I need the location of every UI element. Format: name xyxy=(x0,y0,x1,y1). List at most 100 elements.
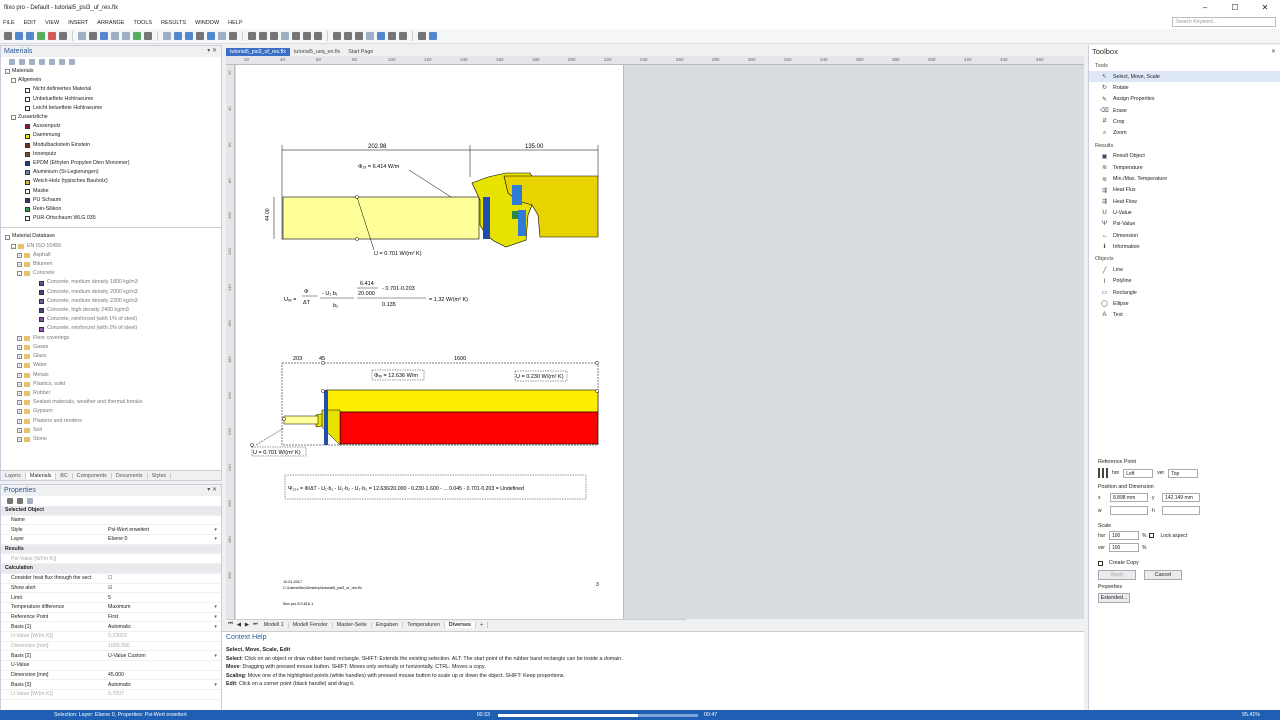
material-item[interactable]: Unbelueftete Hohlraeume xyxy=(5,95,221,104)
u-value-label-1[interactable]: U = 0.701 W/(m² K) xyxy=(374,251,422,257)
zoom-level[interactable]: 95.41% xyxy=(1242,712,1260,718)
database-material[interactable]: Concrete, medium density 1800 kg/m3 xyxy=(5,278,221,287)
u-value-label-2[interactable]: U = 0.230 W/(m² K) xyxy=(516,374,564,380)
database-folder[interactable]: + Metals xyxy=(5,371,221,380)
create-copy-checkbox[interactable] xyxy=(1098,560,1103,566)
close-icon[interactable]: ▾ ✕ xyxy=(207,485,217,496)
menu-view[interactable]: VIEW xyxy=(45,20,59,26)
expand-icon[interactable]: + xyxy=(17,363,22,369)
scale-hor-field[interactable]: 100 xyxy=(1109,531,1139,540)
tab-bc[interactable]: BC xyxy=(56,472,73,479)
toolbox-rectangle[interactable]: ▭ Rectangle xyxy=(1089,287,1280,298)
toolbox-crop[interactable]: ⧄ Crop xyxy=(1089,116,1280,127)
menu-help[interactable]: HELP xyxy=(228,20,242,26)
database-folder[interactable]: - Concrete xyxy=(5,269,221,278)
close-button[interactable]: ✕ xyxy=(1250,0,1280,16)
toolbox-psi-value[interactable]: Ψ Psi-Value xyxy=(1089,219,1280,230)
toolbar-button-icon[interactable] xyxy=(333,32,341,40)
toolbar-button-icon[interactable] xyxy=(4,32,12,40)
material-item[interactable]: Weich-Holz (typisches Bauholz) xyxy=(5,177,221,186)
toolbox-dimension[interactable]: ↔ Dimension xyxy=(1089,230,1280,241)
collapse-icon[interactable]: - xyxy=(5,234,10,240)
menu-file[interactable]: FILE xyxy=(3,20,15,26)
database-material[interactable]: Concrete, high density 2400 kg/m3 xyxy=(5,306,221,315)
toolbar-button-icon[interactable] xyxy=(111,32,119,40)
property-value[interactable]: U-Value Custom ▾ xyxy=(104,653,221,659)
database-node[interactable]: - EN ISO 10456 xyxy=(5,242,221,251)
material-item[interactable]: Modulbackstein Einstein xyxy=(5,141,221,150)
toolbox-temperature[interactable]: ≋ Temperature xyxy=(1089,162,1280,173)
toolbar-button-icon[interactable] xyxy=(196,32,204,40)
drawing-svg[interactable]: 202.98 135.00 44.00 Φ₂ₓ = 6.414 W/m U = … xyxy=(236,65,624,619)
material-group[interactable]: - Zusaetzliche xyxy=(5,113,221,122)
toolbar-button-icon[interactable] xyxy=(59,32,67,40)
toolbar-button-icon[interactable] xyxy=(144,32,152,40)
sheet-tab[interactable]: Temperaturen xyxy=(403,621,445,628)
document-tab[interactable]: Start Page xyxy=(344,48,377,56)
lock-aspect-checkbox[interactable] xyxy=(1149,533,1155,538)
toolbar-button-icon[interactable] xyxy=(303,32,311,40)
collapse-icon[interactable]: - xyxy=(11,243,16,249)
heat-flow-label-2[interactable]: Φₓₓ = 12.636 W/m xyxy=(374,373,418,379)
toolbar-button-icon[interactable] xyxy=(207,32,215,40)
toolbar-button-icon[interactable] xyxy=(344,32,352,40)
tab-materials[interactable]: Materials xyxy=(25,472,57,479)
menu-window[interactable]: WINDOW xyxy=(195,20,219,26)
database-material[interactable]: Concrete, medium density 2000 kg/m3 xyxy=(5,288,221,297)
toolbox-heat-flux[interactable]: ⇶ Heat Flux xyxy=(1089,185,1280,196)
material-item[interactable]: Aluminium (Si-Legierungen) xyxy=(5,168,221,177)
chevron-down-icon[interactable]: ▾ xyxy=(214,604,217,610)
material-item[interactable]: Leicht belueftete Hohlraeume xyxy=(5,104,221,113)
chevron-down-icon[interactable]: ▾ xyxy=(214,653,217,659)
drawing-canvas[interactable]: 202.98 135.00 44.00 Φ₂ₓ = 6.414 W/m U = … xyxy=(235,65,1084,619)
database-folder[interactable]: + Asphalt xyxy=(5,251,221,260)
toolbox-erase[interactable]: ⌫ Erase xyxy=(1089,105,1280,116)
toolbar-button-icon[interactable] xyxy=(355,32,363,40)
h-field[interactable] xyxy=(1162,506,1200,515)
material-item[interactable]: Daemmung xyxy=(5,131,221,140)
property-section[interactable]: Results xyxy=(1,544,221,555)
sheet-tab[interactable]: Eingaben xyxy=(372,621,404,628)
property-value[interactable]: 0.7007 xyxy=(104,691,221,697)
tab-components[interactable]: Components xyxy=(73,472,112,479)
expand-icon[interactable]: + xyxy=(17,372,22,378)
chevron-down-icon[interactable]: ▾ xyxy=(214,614,217,620)
ver-select[interactable]: Top xyxy=(1168,468,1199,478)
material-item[interactable]: Innenputz xyxy=(5,150,221,159)
tab-styles[interactable]: Styles xyxy=(148,472,172,479)
toolbar-button-icon[interactable] xyxy=(100,32,108,40)
database-material[interactable]: Concrete, reinforced (with 1% of steel) xyxy=(5,315,221,324)
toolbox-zoom[interactable]: ⌕ Zoom xyxy=(1089,127,1280,138)
sheet-tab[interactable]: Modell Fenster xyxy=(289,621,333,628)
minimize-button[interactable]: – xyxy=(1190,0,1220,16)
expand-icon[interactable]: + xyxy=(17,344,22,350)
material-item[interactable]: PU Schaum xyxy=(5,196,221,205)
add-sheet-icon[interactable]: + xyxy=(476,621,489,628)
sheet-tab[interactable]: Master-Seite xyxy=(333,621,372,628)
toolbar-button-icon[interactable] xyxy=(281,32,289,40)
toolbar-button-icon[interactable] xyxy=(122,32,130,40)
chevron-down-icon[interactable]: ▾ xyxy=(214,536,217,542)
toolbar-button-icon[interactable] xyxy=(248,32,256,40)
toolbar-button-icon[interactable] xyxy=(218,32,226,40)
extended-button[interactable]: Extended... xyxy=(1098,593,1130,603)
toolbar-button-icon[interactable] xyxy=(174,32,182,40)
material-item[interactable]: EPDM (Ethylen Propylen Dien Monomer) xyxy=(5,159,221,168)
database-folder[interactable]: + Water xyxy=(5,361,221,370)
playback-progress[interactable] xyxy=(497,713,698,717)
toolbar-button-icon[interactable] xyxy=(229,32,237,40)
property-value[interactable]: Automatic ▾ xyxy=(104,624,221,630)
property-value[interactable]: 0.23023 xyxy=(104,633,221,639)
close-icon[interactable]: ✕ xyxy=(1271,45,1276,59)
database-folder[interactable]: + Plasters and renders xyxy=(5,417,221,426)
expand-icon[interactable]: + xyxy=(17,262,22,268)
database-folder[interactable]: + Sealant materials, weather and thermal … xyxy=(5,398,221,407)
expand-icon[interactable]: + xyxy=(17,252,22,258)
property-value[interactable]: Automatic ▾ xyxy=(104,682,221,688)
apply-button[interactable]: Apply xyxy=(1098,570,1136,580)
toolbox-ellipse[interactable]: ◯ Ellipse xyxy=(1089,298,1280,309)
u-value-label-3[interactable]: U = 0.701 W/(m² K) xyxy=(253,450,301,456)
toolbar-button-icon[interactable] xyxy=(377,32,385,40)
toolbox-u-value[interactable]: U U-Value xyxy=(1089,207,1280,218)
toolbox-min-max-temperature[interactable]: ≋ Min./Max. Temperature xyxy=(1089,173,1280,184)
